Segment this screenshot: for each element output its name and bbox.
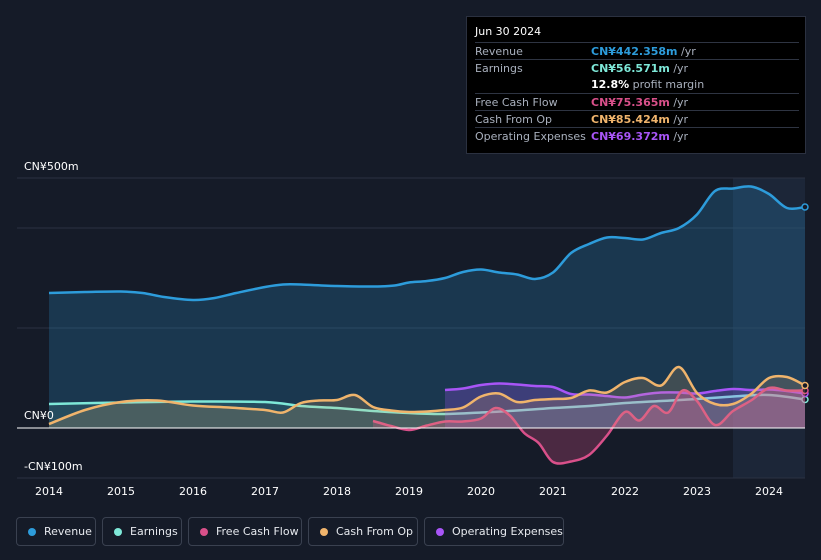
x-tick-label: 2020 [467, 485, 495, 498]
legend-dot-icon [436, 528, 444, 536]
tooltip-unit: /yr [669, 113, 689, 126]
legend-item-cash-from-op[interactable]: Cash From Op [308, 517, 418, 546]
tooltip-unit: /yr [677, 45, 696, 58]
legend-label: Cash From Op [336, 525, 414, 538]
tooltip-row-free-cash-flow: Free Cash Flow CN¥75.365m /yr [475, 93, 799, 110]
tooltip-unit: /yr [669, 96, 689, 109]
y-axis-top-label: CN¥500m [24, 160, 79, 173]
tooltip-value: CN¥442.358m /yr [591, 45, 696, 58]
tooltip-value: CN¥69.372m /yr [591, 130, 688, 143]
x-tick-label: 2024 [755, 485, 783, 498]
tooltip-value-text: CN¥442.358m [591, 45, 678, 58]
legend-label: Earnings [130, 525, 178, 538]
tooltip-row-earnings: Earnings CN¥56.571m /yr [475, 59, 799, 76]
legend-dot-icon [114, 528, 122, 536]
x-tick-label: 2015 [107, 485, 135, 498]
tooltip-row-cash-from-op: Cash From Op CN¥85.424m /yr [475, 110, 799, 127]
tooltip-row-revenue: Revenue CN¥442.358m /yr [475, 42, 799, 59]
legend-item-earnings[interactable]: Earnings [102, 517, 182, 546]
legend-item-operating-expenses[interactable]: Operating Expenses [424, 517, 564, 546]
tooltip-label: Free Cash Flow [475, 96, 558, 109]
tooltip-row-operating-expenses: Operating Expenses CN¥69.372m /yr [475, 127, 799, 144]
x-tick-label: 2019 [395, 485, 423, 498]
legend-dot-icon [28, 528, 36, 536]
tooltip-unit: /yr [669, 62, 689, 75]
legend-dot-icon [320, 528, 328, 536]
tooltip-value: CN¥85.424m /yr [591, 113, 688, 126]
y-axis-zero-label: CN¥0 [24, 409, 54, 422]
y-axis-bottom-label: -CN¥100m [24, 460, 83, 473]
x-tick-label: 2014 [35, 485, 63, 498]
tooltip-value-text: CN¥56.571m [591, 62, 670, 75]
x-tick-label: 2022 [611, 485, 639, 498]
tooltip-label: Operating Expenses [475, 130, 586, 143]
series-end-marker-cash-from-op [801, 381, 809, 390]
tooltip-value: 12.8% profit margin [591, 78, 704, 91]
x-tick-label: 2021 [539, 485, 567, 498]
tooltip-value: CN¥56.571m /yr [591, 62, 688, 75]
tooltip-unit: profit margin [629, 78, 705, 91]
x-tick-label: 2016 [179, 485, 207, 498]
legend-item-revenue[interactable]: Revenue [16, 517, 96, 546]
legend-item-free-cash-flow[interactable]: Free Cash Flow [188, 517, 302, 546]
legend-label: Operating Expenses [452, 525, 563, 538]
tooltip-row-margin: 12.8% profit margin [475, 76, 799, 93]
legend-label: Revenue [44, 525, 92, 538]
x-tick-label: 2018 [323, 485, 351, 498]
tooltip-value-text: CN¥69.372m [591, 130, 670, 143]
tooltip-value-text: CN¥85.424m [591, 113, 670, 126]
tooltip-value: CN¥75.365m /yr [591, 96, 688, 109]
legend-label: Free Cash Flow [216, 525, 299, 538]
x-tick-label: 2017 [251, 485, 279, 498]
series-end-marker-revenue [801, 203, 809, 211]
tooltip-label: Earnings [475, 62, 523, 75]
x-tick-label: 2023 [683, 485, 711, 498]
tooltip-value-text: CN¥75.365m [591, 96, 670, 109]
legend-dot-icon [200, 528, 208, 536]
tooltip-unit: /yr [669, 130, 689, 143]
tooltip-label: Cash From Op [475, 113, 553, 126]
data-tooltip: Jun 30 2024 Revenue CN¥442.358m /yr Earn… [466, 16, 806, 154]
tooltip-date: Jun 30 2024 [475, 25, 542, 38]
tooltip-value-text: 12.8% [591, 78, 630, 91]
tooltip-label: Revenue [475, 45, 523, 58]
